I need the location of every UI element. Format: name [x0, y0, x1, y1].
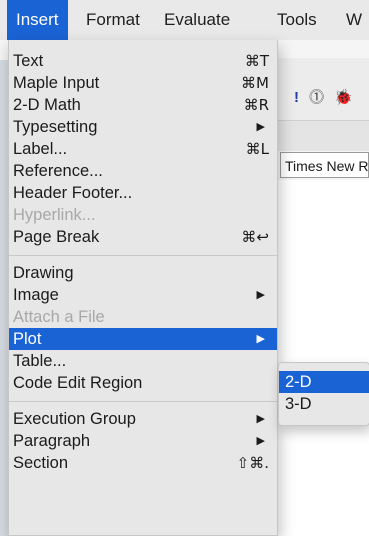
menu-item-reference[interactable]: Reference... [9, 160, 277, 182]
menu-item-section[interactable]: Section ⇧⌘. [9, 452, 277, 474]
menu-item-attach-file: Attach a File [13, 308, 105, 326]
menu-insert[interactable]: Insert [7, 0, 68, 40]
menu-item-execution-group[interactable]: Execution Group ▶ [9, 408, 277, 430]
shortcut-label: ⌘T [244, 52, 269, 70]
menu-item-page-break[interactable]: Page Break ⌘↩ [9, 226, 277, 248]
submenu-item-2d[interactable]: 2-D [279, 371, 369, 393]
insert-menu: Text ⌘T Maple Input ⌘M 2-D Math ⌘R Types… [8, 40, 278, 536]
shortcut-label: ⇧⌘. [236, 454, 269, 472]
submenu-arrow-icon: ▶ [256, 435, 265, 447]
submenu-arrow-icon: ▶ [256, 333, 265, 345]
menu-item-hyperlink: Hyperlink... [13, 206, 96, 224]
menu-window[interactable]: W [346, 0, 362, 40]
submenu-arrow-icon: ▶ [256, 289, 265, 301]
menu-bar: Insert Format Evaluate Tools W [0, 0, 369, 41]
menu-item-table[interactable]: Table... [9, 350, 277, 372]
menu-separator [9, 255, 277, 256]
toolbar-icons: ! ⓵ 🐞 [294, 86, 359, 107]
shortcut-label: ⌘M [241, 74, 269, 92]
plot-submenu: 2-D 3-D [278, 362, 369, 426]
menu-item-paragraph[interactable]: Paragraph ▶ [9, 430, 277, 452]
menu-evaluate[interactable]: Evaluate [164, 0, 230, 40]
menu-item-text[interactable]: Text ⌘T [9, 50, 277, 72]
menu-item-2d-math[interactable]: 2-D Math ⌘R [9, 94, 277, 116]
font-family-field[interactable]: Times New Roman [280, 152, 369, 178]
menu-item-typesetting[interactable]: Typesetting ▶ [9, 116, 277, 138]
menu-format[interactable]: Format [86, 0, 140, 40]
menu-item-image[interactable]: Image ▶ [9, 284, 277, 306]
debug-icon[interactable]: 🐞 [334, 88, 353, 106]
menu-item-header-footer[interactable]: Header Footer... [9, 182, 277, 204]
submenu-arrow-icon: ▶ [256, 121, 265, 133]
window-edge [0, 60, 8, 536]
stop-icon[interactable]: ⓵ [309, 86, 324, 107]
menu-item-code-edit-region[interactable]: Code Edit Region [9, 372, 277, 394]
menu-item-plot[interactable]: Plot ▶ [9, 328, 277, 350]
shortcut-label: ⌘L [245, 140, 269, 158]
shortcut-label: ⌘R [243, 96, 269, 114]
shortcut-label: ⌘↩ [241, 228, 269, 246]
menu-tools[interactable]: Tools [277, 0, 317, 40]
submenu-arrow-icon: ▶ [256, 413, 265, 425]
submenu-item-3d[interactable]: 3-D [279, 393, 369, 415]
menu-item-drawing[interactable]: Drawing [9, 262, 277, 284]
menu-item-maple-input[interactable]: Maple Input ⌘M [9, 72, 277, 94]
format-toolbar [270, 120, 369, 151]
execute-icon[interactable]: ! [294, 89, 299, 106]
menu-separator [9, 401, 277, 402]
document-area [270, 180, 369, 536]
menu-item-label[interactable]: Label... ⌘L [9, 138, 277, 160]
